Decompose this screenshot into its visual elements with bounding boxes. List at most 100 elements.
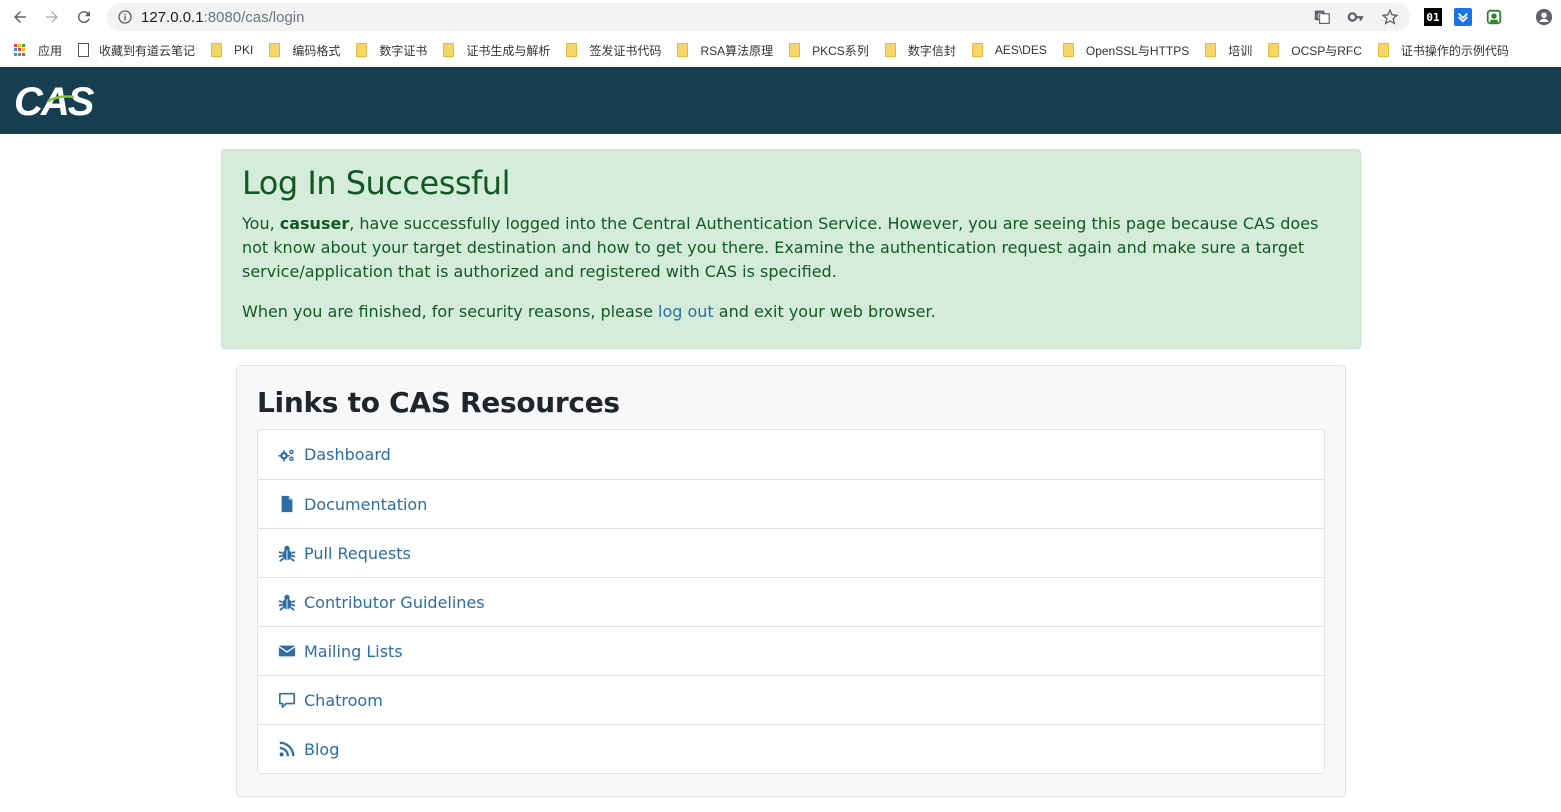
resource-label: Pull Requests [304,543,411,563]
folder-icon [1205,43,1217,57]
bookmark-item[interactable]: 证书操作的示例代码 [1377,42,1509,59]
svg-text:G: G [1317,12,1323,21]
username: casuser [279,214,350,233]
bookmark-label: 收藏到有道云笔记 [99,43,196,58]
download-extension-icon[interactable] [1454,8,1472,26]
login-success-alert: Log In Successful You, casuser, have suc… [221,149,1361,349]
key-icon[interactable] [1346,7,1366,27]
folder-icon [269,43,281,57]
bookmark-label: AES\DES [994,43,1047,57]
logout-notice-suffix: and exit your web browser. [713,302,936,321]
resource-link-pull-requests[interactable]: Pull Requests [258,528,1324,577]
bookmark-label: 证书操作的示例代码 [1400,43,1509,58]
resource-label: Documentation [304,494,428,514]
bookmark-item[interactable]: RSA算法原理 [677,42,773,59]
comment-icon [277,691,297,709]
bookmark-item[interactable]: 证书生成与解析 [443,42,550,59]
resource-link-documentation[interactable]: Documentation [258,479,1324,528]
bookmarks-bar: 应用 收藏到有道云笔记 PKI 编码格式 数字证书 证书生成与解析 签发证书代码 RSA算法原… [0,34,1561,66]
cas-header: CAS [0,67,1561,134]
url-host: 127.0.0.1 [141,8,204,26]
bookmark-item[interactable]: PKCS系列 [789,42,869,59]
resource-link-mailing-lists[interactable]: Mailing Lists [258,626,1324,675]
bookmark-item[interactable]: 培训 [1205,42,1252,59]
alert-msg-body: , have successfully logged into the Cent… [242,214,1319,281]
cas-logo[interactable]: CAS [14,79,98,121]
svg-text:CAS: CAS [14,80,95,121]
folder-icon [1268,43,1280,57]
bookmark-item[interactable]: 收藏到有道云笔记 [78,42,195,59]
bookmark-label: 培训 [1228,43,1253,58]
folder-icon [884,43,896,57]
resources-card: Links to CAS Resources Dashboard Document… [236,365,1346,797]
resource-label: Blog [304,739,340,759]
apps-grid-icon [14,44,26,56]
bookmark-label: OpenSSL与HTTPS [1085,43,1190,58]
bookmark-item[interactable]: 数字证书 [356,42,427,59]
address-bar[interactable]: 127.0.0.1:8080/cas/login G [107,3,1410,31]
extension-01-icon[interactable]: 01 [1424,8,1442,26]
info-icon[interactable] [117,9,133,25]
rss-icon [277,740,297,758]
url-text: 127.0.0.1:8080/cas/login [141,9,304,26]
resource-link-dashboard[interactable]: Dashboard [258,430,1324,479]
resources-list: Dashboard Documentation Pull Requests Contr… [257,429,1325,774]
arrow-right-icon [46,11,58,23]
folder-icon [566,43,578,57]
translate-icon[interactable]: G [1312,7,1332,27]
bug-icon [277,593,297,611]
bookmark-label: 数字证书 [379,43,428,58]
bookmark-label: RSA算法原理 [700,43,774,58]
alert-title: Log In Successful [242,164,510,202]
resource-label: Mailing Lists [304,641,403,661]
resource-label: Chatroom [304,690,383,710]
bookmark-label: 应用 [38,43,63,58]
file-icon [277,495,297,513]
bookmark-item[interactable]: 编码格式 [269,42,340,59]
star-icon[interactable] [1380,7,1400,27]
logout-link[interactable]: log out [658,302,714,321]
reload-button[interactable] [68,0,100,34]
resource-link-contributor-guidelines[interactable]: Contributor Guidelines [258,577,1324,626]
bookmark-label: 签发证书代码 [589,43,662,58]
envelope-icon [277,642,297,660]
bookmark-item[interactable]: 签发证书代码 [566,42,661,59]
bug-icon [277,544,297,562]
bookmark-label: 编码格式 [292,43,341,58]
bookmark-label: PKCS系列 [812,43,869,58]
bookmark-item[interactable]: 数字信封 [884,42,956,59]
folder-icon [1377,43,1389,57]
resource-label: Contributor Guidelines [304,592,485,612]
bookmark-item[interactable]: OCSP与RFC [1268,42,1362,59]
logout-notice: When you are finished, for security reas… [242,300,1340,324]
bookmark-item[interactable]: 应用 [14,42,62,59]
arrow-left-icon [14,11,26,23]
bookmark-item[interactable]: AES\DES [971,43,1047,57]
browser-toolbar: 127.0.0.1:8080/cas/login G 01 [0,0,1561,34]
profile-icon[interactable] [1534,7,1554,27]
bookmark-label: 证书生成与解析 [466,43,551,58]
resources-title: Links to CAS Resources [257,386,620,419]
bookmark-label: 数字信封 [907,43,956,58]
cogs-icon [277,446,297,464]
resource-label: Dashboard [304,445,391,464]
folder-icon [677,43,689,57]
folder-icon [211,43,223,57]
forward-button[interactable] [36,0,68,34]
bookmark-item[interactable]: PKI [211,43,253,57]
bookmark-label: OCSP与RFC [1291,43,1362,58]
folder-icon [971,43,983,57]
page-icon [78,43,90,57]
bookmark-item[interactable]: OpenSSL与HTTPS [1062,42,1190,59]
folder-icon [789,43,801,57]
alert-msg-prefix: You, [242,214,280,233]
logout-notice-prefix: When you are finished, for security reas… [242,302,659,321]
resource-link-chatroom[interactable]: Chatroom [258,675,1324,724]
reload-icon [77,11,90,24]
resource-link-blog[interactable]: Blog [258,724,1324,773]
url-path: :8080/cas/login [203,8,305,26]
back-button[interactable] [4,0,36,34]
bookmark-label: PKI [234,43,254,57]
folder-icon [356,43,368,57]
green-extension-icon[interactable] [1484,7,1504,27]
